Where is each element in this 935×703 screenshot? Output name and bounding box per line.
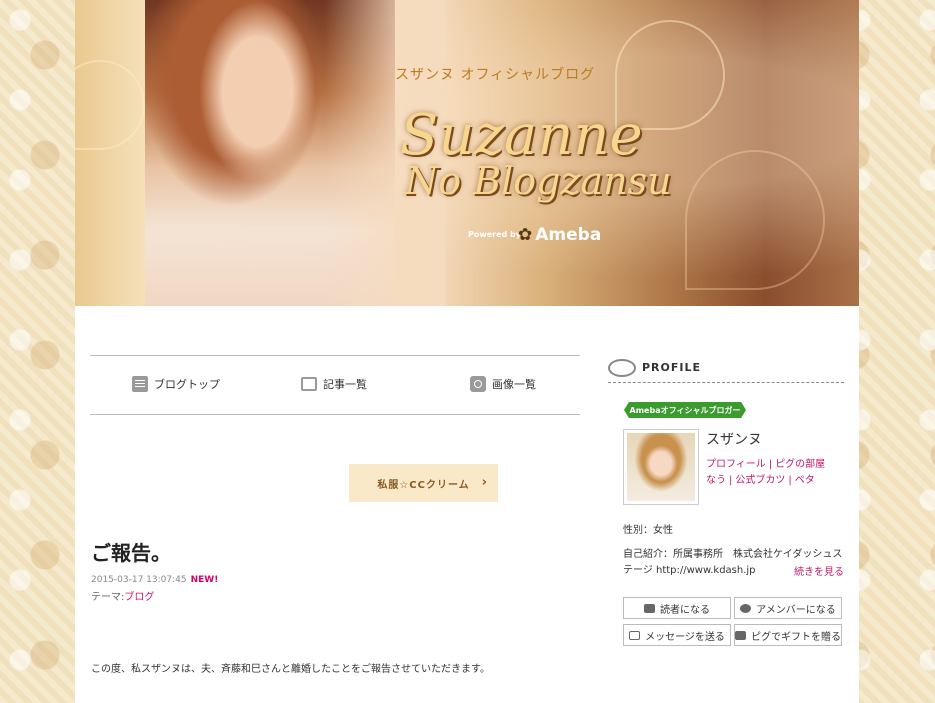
now-link[interactable]: なう [706, 475, 726, 486]
send-message-button[interactable]: メッセージを送る [623, 624, 731, 646]
list-icon [301, 377, 317, 391]
follow-button-label: 読者になる [660, 604, 710, 616]
profile-heading: PROFILE [642, 361, 702, 374]
avatar-image [627, 433, 695, 501]
follow-button[interactable]: 読者になる [623, 597, 731, 619]
send-message-label: メッセージを送る [645, 631, 725, 643]
blog-nav: ブログトップ 記事一覧 画像一覧 [90, 355, 580, 415]
profile-name[interactable]: スザンヌ [706, 429, 762, 449]
nav-image-list[interactable]: 画像一覧 [470, 376, 536, 392]
amember-button[interactable]: アメンバーになる [734, 597, 842, 619]
ameba-flower-icon: ✿ [518, 225, 533, 245]
header-subtitle: スザンヌ オフィシャルブログ [395, 67, 596, 83]
document-icon [132, 376, 148, 392]
ameba-logo-text: Ameba [535, 225, 602, 245]
profile-mascot-icon [608, 359, 636, 377]
chevron-right-icon: › [481, 475, 488, 490]
page-content: スザンヌ オフィシャルブログ Suzanne No Blogzansu Powe… [75, 0, 859, 703]
theme-button[interactable]: 私服☆CCクリーム › [349, 464, 498, 502]
theme-link[interactable]: ブログ [124, 592, 154, 603]
send-gift-label: ピグでギフトを贈る [751, 631, 841, 643]
header-title-line2: No Blogzansu [405, 159, 672, 203]
article-title[interactable]: ご報告。 [91, 537, 171, 566]
article-date: 2015-03-17 13:07:45 NEW! [91, 575, 218, 585]
nav-article-list[interactable]: 記事一覧 [301, 376, 367, 392]
bukatsu-link[interactable]: 公式ブカツ [735, 475, 785, 486]
avatar[interactable] [623, 429, 699, 505]
powered-by-label: Powered by [468, 230, 521, 239]
profile-header: PROFILE [608, 355, 844, 383]
nav-blog-top-label: ブログトップ [154, 378, 220, 391]
profile-link[interactable]: プロフィール [706, 459, 766, 470]
nav-image-list-label: 画像一覧 [492, 378, 536, 391]
article-datetime: 2015-03-17 13:07:45 [91, 575, 187, 585]
theme-button-label: 私服☆CCクリーム [377, 479, 470, 491]
profile-links: プロフィール | ピグの部屋 なう | 公式ブカツ | ペタ [706, 459, 826, 486]
member-icon [740, 603, 752, 613]
ameba-logo: ✿ Ameba [518, 225, 601, 245]
header-title: Suzanne [400, 103, 643, 168]
pig-room-link[interactable]: ピグの部屋 [775, 459, 825, 470]
camera-icon [470, 376, 486, 392]
peta-link[interactable]: ペタ [795, 475, 815, 486]
nav-blog-top[interactable]: ブログトップ [132, 376, 220, 392]
send-gift-button[interactable]: ピグでギフトを贈る [734, 624, 842, 646]
blog-header-banner[interactable]: スザンヌ オフィシャルブログ Suzanne No Blogzansu Powe… [75, 0, 859, 306]
read-more-link[interactable]: 続きを見る [794, 563, 844, 578]
profile-sidebar: PROFILE Amebaオフィシャルブロガー スザンヌ プロフィール | ピグの部… [608, 355, 844, 646]
article-theme: テーマ:ブログ [91, 588, 154, 603]
nav-article-list-label: 記事一覧 [323, 378, 367, 391]
article-body: この度、私スザンヌは、夫、斉藤和巳さんと離婚したことをご報告させていただきます。 [91, 664, 490, 675]
reader-icon [644, 603, 655, 613]
profile-gender: 性別：女性 [623, 525, 673, 536]
gift-icon [735, 630, 746, 640]
official-blogger-badge: Amebaオフィシャルブロガー [624, 402, 746, 418]
theme-prefix: テーマ: [91, 592, 125, 603]
mail-icon [629, 630, 641, 640]
amember-button-label: アメンバーになる [756, 604, 836, 616]
new-badge: NEW! [190, 575, 219, 585]
